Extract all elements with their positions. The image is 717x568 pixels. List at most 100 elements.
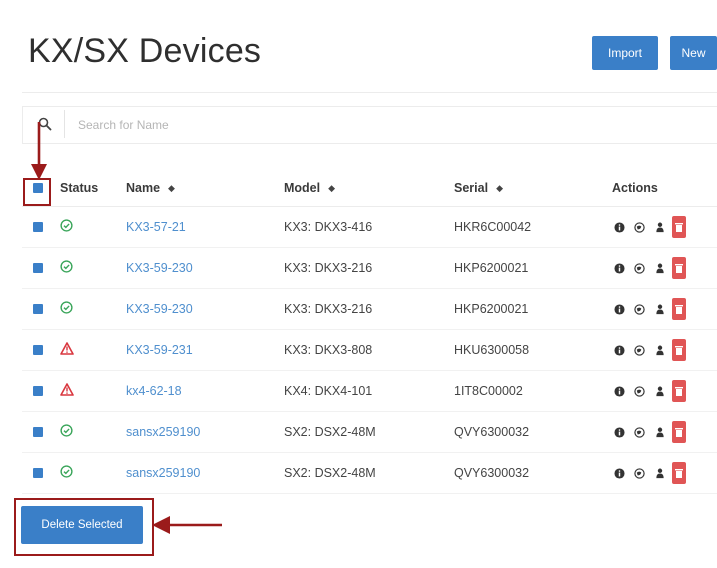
delete-row-button[interactable]: [672, 339, 686, 361]
search-separator: [64, 110, 65, 138]
actions-header: Actions: [612, 181, 658, 195]
device-serial: 1IT8C00002: [454, 384, 523, 398]
globe-icon[interactable]: [632, 341, 647, 359]
trash-icon: [675, 346, 683, 355]
globe-icon[interactable]: [632, 300, 647, 318]
table-row: KX3-59-231 KX3: DKX3-808 HKU6300058: [22, 330, 717, 371]
check-circle-icon: [60, 465, 73, 481]
user-icon[interactable]: [652, 341, 667, 359]
import-button[interactable]: Import: [592, 36, 658, 70]
table-body: KX3-57-21 KX3: DKX3-416 HKR6C00042 KX3-5…: [22, 207, 717, 494]
check-circle-icon: [60, 424, 73, 440]
device-serial: QVY6300032: [454, 466, 530, 480]
globe-icon[interactable]: [632, 259, 647, 277]
row-checkbox[interactable]: [33, 386, 43, 396]
sort-icon[interactable]: ◆: [328, 183, 335, 194]
device-model: SX2: DSX2-48M: [284, 425, 376, 439]
user-icon[interactable]: [652, 300, 667, 318]
trash-icon: [675, 428, 683, 437]
row-actions: [612, 289, 717, 329]
sort-icon[interactable]: ◆: [168, 183, 175, 194]
table-row: KX3-57-21 KX3: DKX3-416 HKR6C00042: [22, 207, 717, 248]
annotation-arrow: [31, 122, 47, 180]
globe-icon[interactable]: [632, 464, 647, 482]
info-icon[interactable]: [612, 464, 627, 482]
device-serial: HKU6300058: [454, 343, 530, 357]
row-actions: [612, 207, 717, 247]
annotation-highlight-box: [23, 178, 51, 206]
warning-icon: [60, 342, 74, 358]
trash-icon: [675, 305, 683, 314]
row-checkbox[interactable]: [33, 222, 43, 232]
delete-row-button[interactable]: [672, 298, 686, 320]
device-model: KX3: DKX3-216: [284, 261, 373, 275]
serial-header[interactable]: Serial ◆: [454, 170, 604, 206]
info-icon[interactable]: [612, 341, 627, 359]
device-model: SX2: DSX2-48M: [284, 466, 376, 480]
info-icon[interactable]: [612, 259, 627, 277]
device-name-link[interactable]: kx4-62-18: [126, 384, 182, 398]
trash-icon: [675, 387, 683, 396]
device-name-link[interactable]: sansx259190: [126, 466, 200, 480]
device-name-link[interactable]: KX3-59-231: [126, 343, 193, 357]
delete-row-button[interactable]: [672, 216, 686, 238]
device-serial: QVY6300032: [454, 425, 530, 439]
row-checkbox[interactable]: [33, 304, 43, 314]
device-name-link[interactable]: KX3-59-230: [126, 261, 193, 275]
user-icon[interactable]: [652, 382, 667, 400]
page-title: KX/SX Devices: [28, 32, 262, 70]
info-icon[interactable]: [612, 423, 627, 441]
device-model: KX4: DKX4-101: [284, 384, 373, 398]
check-circle-icon: [60, 301, 73, 317]
row-checkbox[interactable]: [33, 263, 43, 273]
row-actions: [612, 453, 717, 493]
info-icon[interactable]: [612, 300, 627, 318]
device-model: KX3: DKX3-416: [284, 220, 373, 234]
row-actions: [612, 330, 717, 370]
delete-row-button[interactable]: [672, 462, 686, 484]
table-row: kx4-62-18 KX4: DKX4-101 1IT8C00002: [22, 371, 717, 412]
device-name-link[interactable]: KX3-57-21: [126, 220, 186, 234]
table-row: sansx259190 SX2: DSX2-48M QVY6300032: [22, 453, 717, 494]
device-name-link[interactable]: KX3-59-230: [126, 302, 193, 316]
globe-icon[interactable]: [632, 382, 647, 400]
device-name-link[interactable]: sansx259190: [126, 425, 200, 439]
model-header[interactable]: Model ◆: [284, 170, 444, 206]
row-checkbox[interactable]: [33, 427, 43, 437]
info-icon[interactable]: [612, 382, 627, 400]
device-serial: HKP6200021: [454, 261, 529, 275]
name-header-label: Name: [126, 181, 161, 195]
search-input[interactable]: [76, 114, 480, 136]
name-header[interactable]: Name ◆: [126, 170, 276, 206]
model-header-label: Model: [284, 181, 321, 195]
user-icon[interactable]: [652, 218, 667, 236]
globe-icon[interactable]: [632, 423, 647, 441]
delete-row-button[interactable]: [672, 421, 686, 443]
table-row: KX3-59-230 KX3: DKX3-216 HKP6200021: [22, 289, 717, 330]
row-checkbox[interactable]: [33, 468, 43, 478]
info-icon[interactable]: [612, 218, 627, 236]
table-row: sansx259190 SX2: DSX2-48M QVY6300032: [22, 412, 717, 453]
sort-icon[interactable]: ◆: [496, 183, 503, 194]
user-icon[interactable]: [652, 464, 667, 482]
check-circle-icon: [60, 260, 73, 276]
new-button[interactable]: New: [670, 36, 717, 70]
annotation-highlight-box: [14, 498, 154, 556]
devices-table: Status Name ◆ Model ◆ Serial ◆ Actions K…: [22, 170, 717, 494]
user-icon[interactable]: [652, 259, 667, 277]
status-header: Status: [60, 181, 99, 195]
device-model: KX3: DKX3-216: [284, 302, 373, 316]
row-checkbox[interactable]: [33, 345, 43, 355]
globe-icon[interactable]: [632, 218, 647, 236]
delete-row-button[interactable]: [672, 380, 686, 402]
row-actions: [612, 248, 717, 288]
device-serial: HKP6200021: [454, 302, 529, 316]
serial-header-label: Serial: [454, 181, 489, 195]
delete-row-button[interactable]: [672, 257, 686, 279]
device-model: KX3: DKX3-808: [284, 343, 373, 357]
row-actions: [612, 371, 717, 411]
user-icon[interactable]: [652, 423, 667, 441]
header-divider: [22, 92, 717, 93]
device-serial: HKR6C00042: [454, 220, 532, 234]
table-header: Status Name ◆ Model ◆ Serial ◆ Actions: [22, 170, 717, 207]
